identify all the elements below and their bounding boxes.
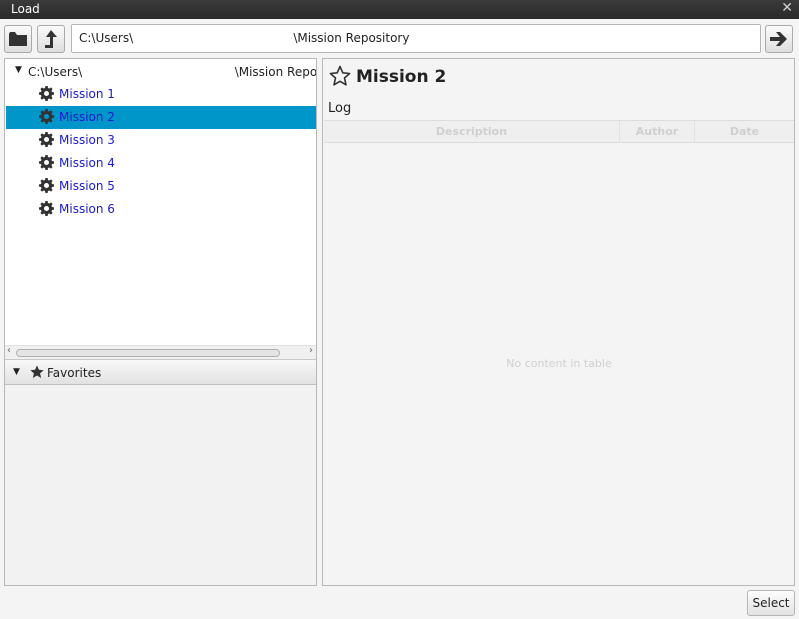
close-icon[interactable]: ✕ (781, 0, 793, 16)
gear-icon (39, 109, 54, 124)
tree-root[interactable]: ▼ C:\Users\ \Mission Repos (5, 62, 316, 82)
scroll-right-icon[interactable]: › (309, 345, 313, 356)
tree-item-mission-3[interactable]: Mission 3 (6, 129, 316, 152)
gear-icon (39, 201, 54, 216)
title-bar: Load ✕ (0, 0, 799, 19)
column-date[interactable]: Date (695, 121, 794, 143)
mission-title: Mission 2 (356, 67, 447, 87)
column-author[interactable]: Author (620, 121, 695, 143)
expand-arrow-icon[interactable]: ▼ (13, 367, 20, 377)
window-title: Load (11, 2, 40, 16)
tree-item-label: Mission 4 (59, 156, 115, 170)
tree-item-label: Mission 1 (59, 87, 115, 101)
gear-icon (39, 86, 54, 101)
log-table-header: Description Author Date (324, 121, 794, 143)
scrollbar-thumb[interactable] (16, 349, 280, 357)
tree-item-mission-5[interactable]: Mission 5 (6, 175, 316, 198)
star-outline-icon[interactable] (328, 64, 352, 88)
open-folder-button[interactable] (4, 25, 32, 53)
empty-table-message: No content in table (506, 357, 612, 370)
right-arrow-icon (770, 32, 787, 46)
parent-folder-button[interactable] (37, 25, 65, 53)
tree-item-label: Mission 3 (59, 133, 115, 147)
gear-icon (39, 132, 54, 147)
horizontal-scrollbar[interactable]: ‹ › (5, 345, 316, 359)
repository-tree[interactable]: ▼ C:\Users\ \Mission Repos Mission 1 Mis… (5, 59, 316, 345)
tree-item-mission-2[interactable]: Mission 2 (6, 106, 316, 129)
repository-pane: ▼ C:\Users\ \Mission Repos Mission 1 Mis… (4, 58, 317, 586)
favorites-header[interactable]: ▼ Favorites (5, 359, 316, 385)
tree-item-label: Mission 6 (59, 202, 115, 216)
folder-icon (9, 32, 27, 46)
gear-icon (39, 178, 54, 193)
path-field[interactable]: C:\Users\ \Mission Repository (71, 24, 761, 53)
tree-item-mission-1[interactable]: Mission 1 (6, 83, 316, 106)
expand-arrow-icon[interactable]: ▼ (15, 65, 22, 75)
select-button[interactable]: Select (747, 590, 795, 616)
gear-icon (39, 155, 54, 170)
tree-item-mission-4[interactable]: Mission 4 (6, 152, 316, 175)
up-arrow-icon (45, 30, 57, 48)
favorites-label: Favorites (47, 366, 102, 380)
tree-item-label: Mission 5 (59, 179, 115, 193)
favorites-list[interactable] (5, 385, 316, 585)
scroll-left-icon[interactable]: ‹ (7, 345, 11, 356)
tree-root-label: C:\Users\ \Mission Repos (28, 65, 316, 79)
star-icon (30, 365, 44, 378)
tree-item-label: Mission 2 (59, 110, 115, 124)
details-pane: Mission 2 Log Description Author Date No… (322, 58, 795, 586)
log-table[interactable]: Description Author Date No content in ta… (324, 120, 794, 585)
column-description[interactable]: Description (324, 121, 620, 143)
tree-item-mission-6[interactable]: Mission 6 (6, 198, 316, 221)
go-button[interactable] (765, 25, 793, 53)
log-label: Log (328, 101, 352, 116)
